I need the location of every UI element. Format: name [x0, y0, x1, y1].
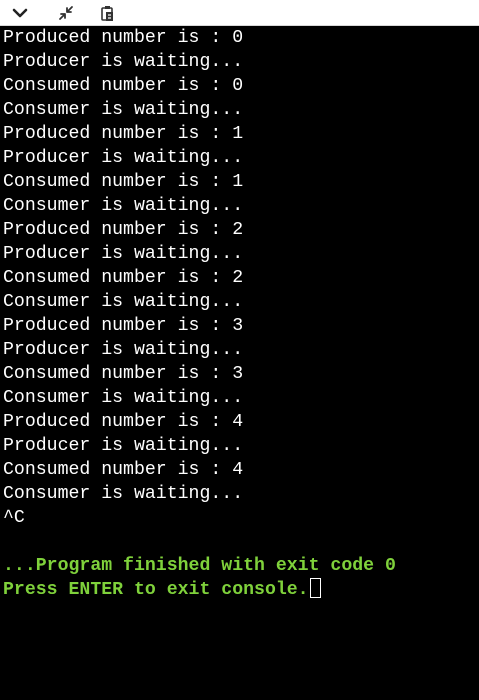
- console-line: Producer is waiting...: [3, 244, 244, 264]
- text-cursor: [309, 578, 321, 598]
- console-line: Consumed number is : 0: [3, 76, 244, 96]
- collapse-arrows-icon: [59, 6, 73, 20]
- console-line: Producer is waiting...: [3, 148, 244, 168]
- collapse-button[interactable]: [54, 2, 78, 24]
- console-line: Consumer is waiting...: [3, 388, 244, 408]
- console-line: Consumed number is : 2: [3, 268, 244, 288]
- console-line: Produced number is : 4: [3, 412, 244, 432]
- console-line: Producer is waiting...: [3, 340, 244, 360]
- console-output[interactable]: Produced number is : 0 Producer is waiti…: [0, 26, 479, 700]
- console-line: Producer is waiting...: [3, 436, 244, 456]
- console-line: Produced number is : 0: [3, 28, 244, 48]
- chevron-down-icon: [12, 8, 28, 18]
- console-line: Producer is waiting...: [3, 52, 244, 72]
- copy-clipboard-icon: [101, 6, 113, 21]
- console-line: Consumer is waiting...: [3, 292, 244, 312]
- console-line: Consumed number is : 3: [3, 364, 244, 384]
- console-line: Produced number is : 2: [3, 220, 244, 240]
- console-line: Consumer is waiting...: [3, 196, 244, 216]
- console-line: Consumer is waiting...: [3, 484, 244, 504]
- console-line: Consumer is waiting...: [3, 100, 244, 120]
- console-line: Consumed number is : 1: [3, 172, 244, 192]
- console-line: Produced number is : 3: [3, 316, 244, 336]
- exit-prompt-text: Press ENTER to exit console.: [3, 580, 309, 600]
- console-line: Consumed number is : 4: [3, 460, 244, 480]
- console-line: ^C: [3, 508, 25, 528]
- console-toolbar: [0, 0, 479, 26]
- copy-button[interactable]: [96, 2, 120, 24]
- console-line: Produced number is : 1: [3, 124, 244, 144]
- exit-prompt-line: Press ENTER to exit console.: [3, 578, 321, 602]
- exit-status-message: ...Program finished with exit code 0: [3, 556, 396, 576]
- expand-button[interactable]: [8, 2, 32, 24]
